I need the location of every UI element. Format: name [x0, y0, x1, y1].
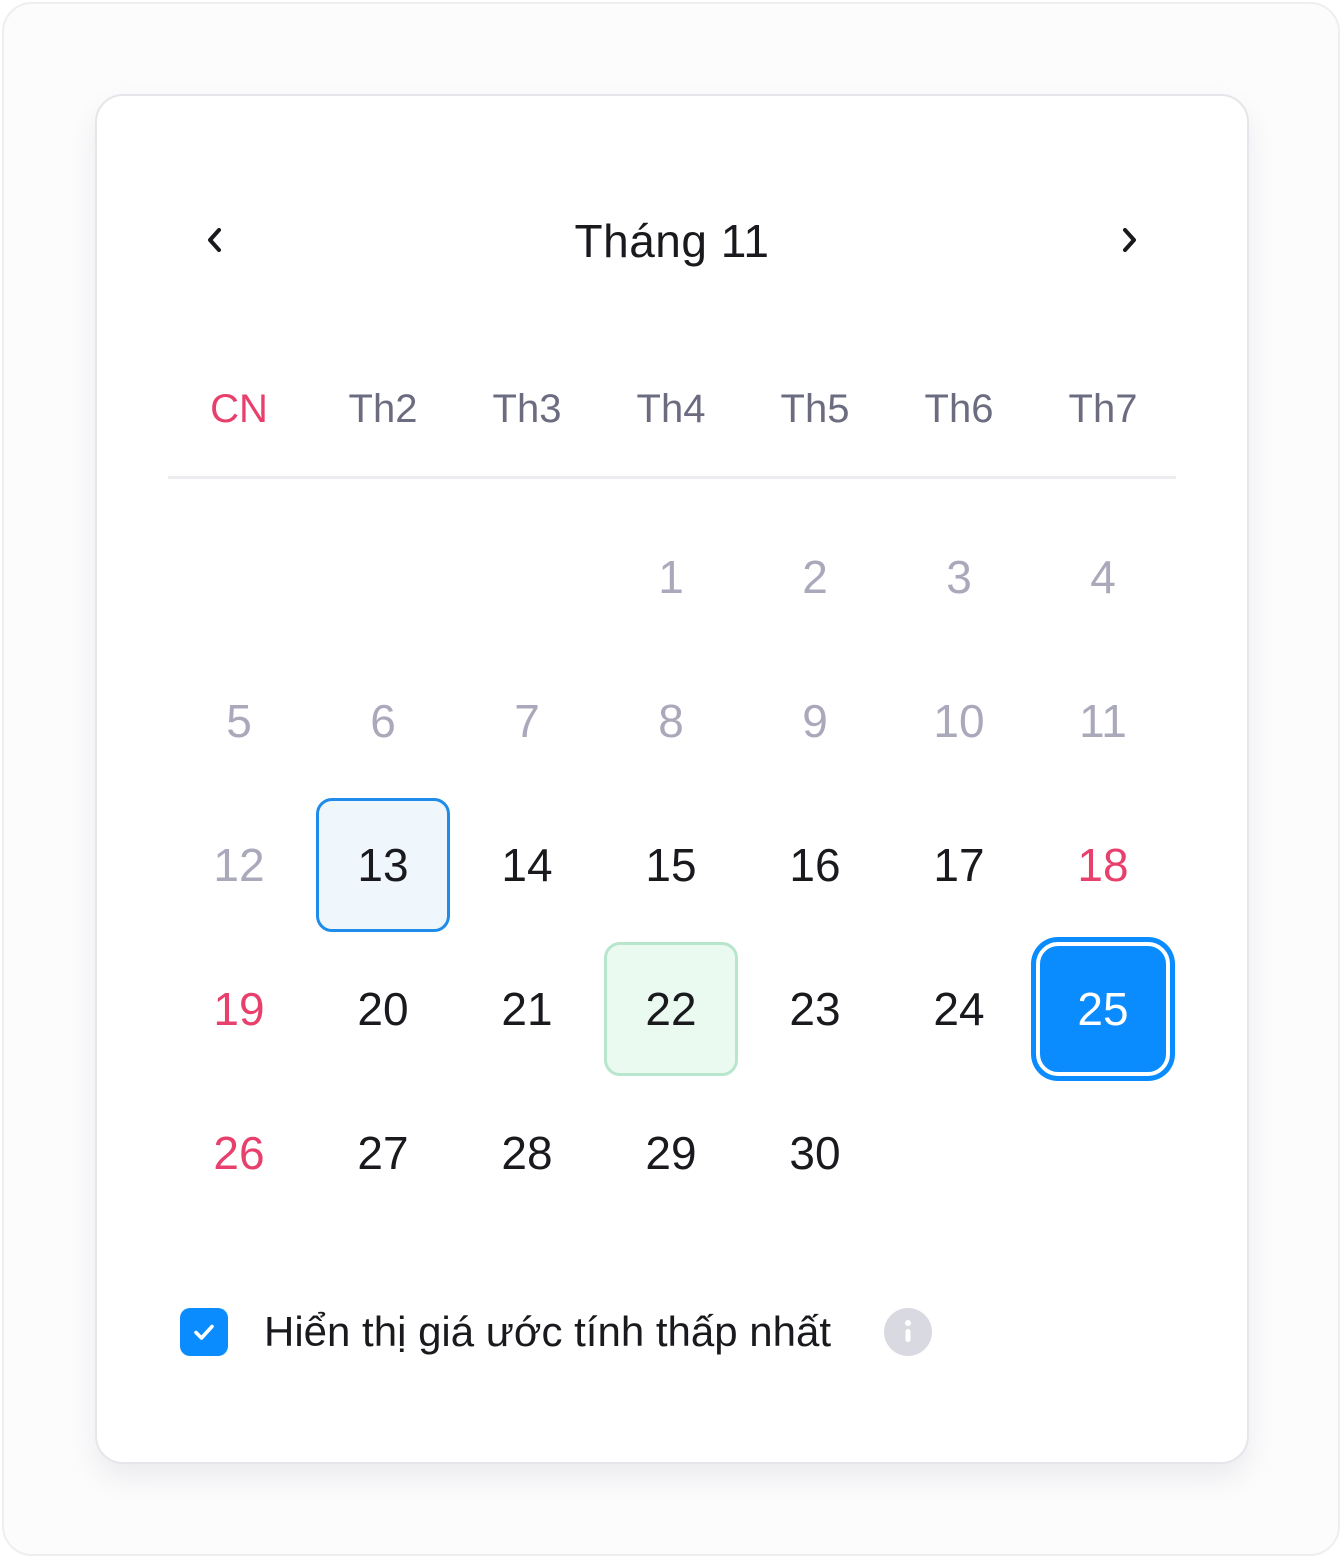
day-cell-26[interactable]: 26	[172, 1086, 306, 1220]
day-cell-28[interactable]: 28	[460, 1086, 594, 1220]
weekday-mon: Th2	[348, 387, 418, 431]
chevron-right-icon	[1123, 228, 1136, 252]
weekday-fri: Th6	[924, 387, 994, 431]
day-cell-2: 2	[802, 551, 828, 603]
day-cell-1: 1	[658, 551, 684, 603]
weekday-sun: CN	[210, 387, 268, 431]
day-cell-20[interactable]: 20	[316, 942, 450, 1076]
day-cell-4: 4	[1090, 551, 1116, 603]
day-cell-8: 8	[658, 695, 684, 747]
prev-month-button[interactable]	[187, 212, 243, 268]
next-month-button[interactable]	[1101, 212, 1157, 268]
day-cell-30[interactable]: 30	[748, 1086, 882, 1220]
lowest-price-checkbox[interactable]	[180, 1308, 228, 1356]
day-cell-12: 12	[213, 839, 265, 891]
day-cell-10: 10	[933, 695, 985, 747]
info-glyph	[905, 1320, 911, 1342]
day-cell-17[interactable]: 17	[892, 798, 1026, 932]
checkmark-icon	[194, 1324, 214, 1340]
day-cell-7: 7	[514, 695, 540, 747]
weekday-wed: Th4	[636, 387, 706, 431]
day-cell-29[interactable]: 29	[604, 1086, 738, 1220]
day-cell-3: 3	[946, 551, 972, 603]
day-cell-5: 5	[226, 695, 252, 747]
weekday-divider	[168, 476, 1176, 479]
day-cell-13[interactable]: 13	[316, 798, 450, 932]
day-cell-6: 6	[370, 695, 396, 747]
day-cell-11: 11	[1079, 695, 1127, 747]
weekday-tue: Th3	[492, 387, 562, 431]
day-cell-23[interactable]: 23	[748, 942, 882, 1076]
day-cell-21[interactable]: 21	[460, 942, 594, 1076]
day-cell-16[interactable]: 16	[748, 798, 882, 932]
day-cell-9: 9	[802, 695, 828, 747]
day-cell-24[interactable]: 24	[892, 942, 1026, 1076]
day-cell-27[interactable]: 27	[316, 1086, 450, 1220]
lowest-price-label[interactable]: Hiển thị giá ước tính thấp nhất	[264, 1306, 831, 1358]
day-cell-18[interactable]: 18	[1036, 798, 1170, 932]
weekday-sat: Th7	[1068, 387, 1138, 431]
month-title: Tháng 11	[574, 215, 770, 267]
chevron-left-icon	[208, 228, 221, 252]
day-cell-19[interactable]: 19	[172, 942, 306, 1076]
info-icon[interactable]	[884, 1308, 932, 1356]
weekday-thu: Th5	[780, 387, 850, 431]
day-cell-14[interactable]: 14	[460, 798, 594, 932]
day-cell-22[interactable]: 22	[604, 942, 738, 1076]
day-cell-15[interactable]: 15	[604, 798, 738, 932]
day-cell-25[interactable]: 25	[1036, 942, 1170, 1076]
